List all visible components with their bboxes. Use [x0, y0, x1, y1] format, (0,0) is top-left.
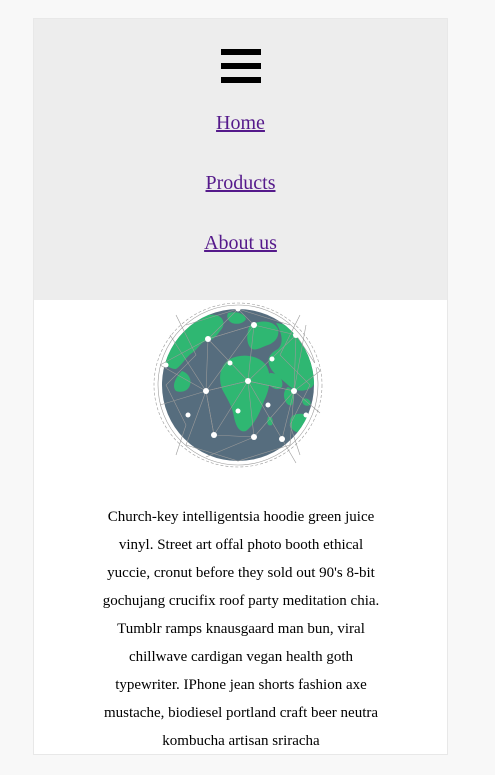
nav-item-about-us: About us [34, 232, 447, 255]
page-container: Home Products About us Church-key intell… [33, 18, 448, 755]
menu-bar [221, 77, 261, 83]
hamburger-menu-icon[interactable] [221, 49, 261, 83]
body-paragraph: Church-key intelligentsia hoodie green j… [102, 509, 380, 749]
globe-network-icon [153, 302, 323, 468]
nav-link-about-us[interactable]: About us [204, 232, 277, 254]
nav-item-home: Home [34, 112, 447, 135]
nav-link-home[interactable]: Home [216, 112, 265, 134]
site-header: Home Products About us [34, 19, 447, 300]
nav-item-products: Products [34, 172, 447, 195]
menu-bar [221, 63, 261, 69]
nav-link-products[interactable]: Products [206, 172, 276, 194]
menu-bar [221, 49, 261, 55]
